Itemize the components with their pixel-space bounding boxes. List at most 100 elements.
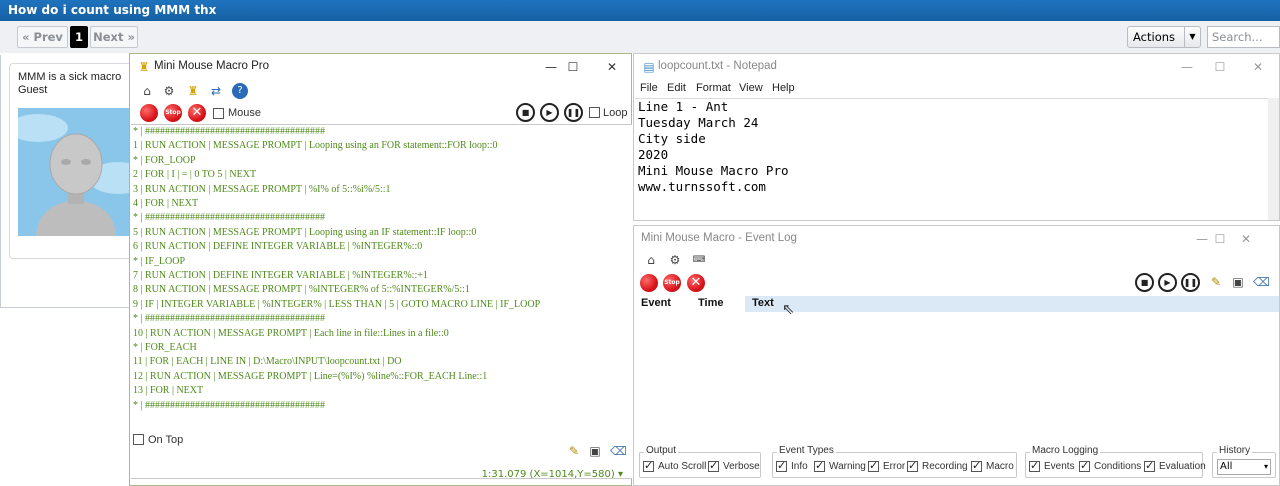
macro-line[interactable]: * | FOR_LOOP — [133, 155, 196, 166]
macro-checkbox[interactable] — [971, 459, 982, 472]
actions-label: Actions — [1133, 30, 1176, 44]
notepad-text-area[interactable]: Line 1 - Ant Tuesday March 24 City side … — [635, 98, 1269, 220]
home-icon[interactable]: ⌂ — [643, 252, 659, 268]
menu-edit[interactable]: Edit — [667, 82, 686, 94]
warning-label: Warning — [829, 461, 866, 472]
stop-record-button[interactable]: Stop — [164, 104, 182, 122]
on-top-checkbox[interactable] — [133, 434, 144, 445]
macro-line[interactable]: 11 | FOR | EACH | LINE IN | D:\Macro\INP… — [133, 356, 402, 367]
broom-icon[interactable]: ⌫ — [610, 443, 627, 459]
evaluation-label: Evaluation — [1159, 461, 1206, 472]
forum-search-input[interactable]: Search... — [1207, 26, 1280, 48]
clear-button[interactable]: ✕ — [687, 274, 705, 292]
macro-line[interactable]: 1 | RUN ACTION | MESSAGE PROMPT | Loopin… — [133, 140, 497, 151]
mmm-titlebar[interactable]: ♜ Mini Mouse Macro Pro — ☐ ✕ — [130, 54, 631, 80]
macro-line[interactable]: 13 | FOR | NEXT — [133, 385, 203, 396]
text-line: www.turnssoft.com — [638, 179, 766, 194]
macro-line[interactable]: 7 | RUN ACTION | DEFINE INTEGER VARIABLE… — [133, 270, 428, 281]
macro-line[interactable]: 3 | RUN ACTION | MESSAGE PROMPT | %I% of… — [133, 184, 391, 195]
macro-line[interactable]: 12 | RUN ACTION | MESSAGE PROMPT | Line=… — [133, 371, 487, 382]
clear-button[interactable]: ✕ — [188, 104, 206, 122]
history-select[interactable]: All ▾ — [1217, 459, 1271, 475]
menu-help[interactable]: Help — [772, 82, 795, 94]
edit-icon[interactable]: ✎ — [1208, 274, 1224, 290]
column-event[interactable]: Event — [635, 296, 689, 312]
event-list[interactable] — [635, 312, 1279, 448]
keyboard-icon[interactable]: ⌨ — [691, 252, 707, 268]
default-avatar-icon — [18, 114, 134, 236]
home-icon[interactable]: ⌂ — [139, 83, 155, 99]
record-button[interactable] — [640, 274, 658, 292]
column-text[interactable]: Text — [745, 296, 1279, 312]
status-dropdown-icon[interactable]: ▾ — [618, 469, 623, 480]
play-button[interactable]: ▶ — [1158, 273, 1177, 292]
macro-line[interactable]: 5 | RUN ACTION | MESSAGE PROMPT | Loopin… — [133, 227, 476, 238]
recording-checkbox[interactable] — [907, 459, 918, 472]
macro-line[interactable]: * | #################################### — [133, 212, 325, 223]
arrows-icon[interactable]: ⇄ — [208, 83, 224, 99]
settings-icon[interactable]: ⚙ — [667, 252, 683, 268]
macro-line[interactable]: 8 | RUN ACTION | MESSAGE PROMPT | %INTEG… — [133, 284, 470, 295]
event-log-window: Mini Mouse Macro - Event Log — ☐ ✕ ⌂ ⚙ ⌨… — [633, 225, 1280, 486]
save-icon[interactable]: ▣ — [587, 443, 603, 459]
evaluation-checkbox[interactable] — [1144, 459, 1155, 472]
menu-file[interactable]: File — [640, 82, 658, 94]
mouse-checkbox[interactable] — [213, 108, 224, 119]
current-page-button[interactable]: 1 — [70, 26, 88, 48]
recording-label: Recording — [922, 461, 968, 472]
macro-line[interactable]: * | #################################### — [133, 400, 325, 411]
macro-line[interactable]: 4 | FOR | NEXT — [133, 198, 198, 209]
settings-icon[interactable]: ⚙ — [161, 83, 177, 99]
vertical-scrollbar[interactable] — [1268, 98, 1279, 220]
prev-page-button[interactable]: « Prev — [17, 26, 68, 48]
macro-line[interactable]: 6 | RUN ACTION | DEFINE INTEGER VARIABLE… — [133, 241, 422, 252]
text-line: 2020 — [638, 147, 669, 162]
actions-dropdown[interactable]: Actions ▼ — [1127, 26, 1201, 48]
info-label: Info — [791, 461, 808, 472]
macro-line[interactable]: 9 | IF | INTEGER VARIABLE | %INTEGER% | … — [133, 299, 540, 310]
macro-list[interactable]: * | ####################################… — [131, 124, 632, 479]
save-icon[interactable]: ▣ — [1230, 274, 1246, 290]
column-time[interactable]: Time — [691, 296, 745, 312]
pause-button[interactable]: ❚❚ — [1181, 273, 1200, 292]
close-button[interactable]: ✕ — [1239, 57, 1277, 77]
maximize-button[interactable]: ☐ — [554, 57, 592, 77]
events-checkbox[interactable] — [1029, 459, 1040, 472]
macro-line[interactable]: 2 | FOR | I | = | 0 TO 5 | NEXT — [133, 169, 256, 180]
cursor-icon[interactable]: ♜ — [185, 83, 201, 99]
verbose-checkbox[interactable] — [708, 459, 719, 472]
stop-button[interactable]: ■ — [516, 103, 535, 122]
status-bar: 1:31.079 (X=1014,Y=580) ▾ — [482, 469, 623, 480]
warning-checkbox[interactable] — [814, 459, 825, 472]
auto-scroll-checkbox[interactable] — [643, 459, 654, 472]
macro-line[interactable]: * | IF_LOOP — [133, 256, 185, 267]
menu-view[interactable]: View — [739, 82, 763, 94]
macro-line[interactable]: * | FOR_EACH — [133, 342, 197, 353]
loop-checkbox[interactable] — [589, 107, 600, 118]
menu-format[interactable]: Format — [696, 82, 731, 94]
event-log-titlebar[interactable]: Mini Mouse Macro - Event Log — ☐ ✕ — [634, 226, 1279, 252]
broom-icon[interactable]: ⌫ — [1253, 274, 1270, 290]
macro-line[interactable]: * | #################################### — [133, 126, 325, 137]
stop-record-button[interactable]: Stop — [663, 274, 681, 292]
error-checkbox[interactable] — [868, 459, 879, 472]
conditions-checkbox[interactable] — [1079, 459, 1090, 472]
maximize-button[interactable]: ☐ — [1201, 57, 1239, 77]
error-label: Error — [883, 461, 906, 472]
next-page-button[interactable]: Next » — [90, 26, 138, 48]
info-checkbox[interactable] — [776, 459, 787, 472]
events-label: Events — [1044, 461, 1075, 472]
stop-button[interactable]: ■ — [1135, 273, 1154, 292]
close-button[interactable]: ✕ — [593, 57, 631, 77]
play-button[interactable]: ▶ — [540, 103, 559, 122]
notepad-titlebar[interactable]: ▤ loopcount.txt - Notepad — ☐ ✕ — [634, 54, 1279, 80]
help-icon[interactable]: ? — [232, 83, 248, 99]
close-button[interactable]: ✕ — [1227, 229, 1265, 249]
macro-logging-group: Macro Logging Events Conditions Evaluati… — [1025, 445, 1206, 478]
pause-button[interactable]: ❚❚ — [564, 103, 583, 122]
macro-line[interactable]: 10 | RUN ACTION | MESSAGE PROMPT | Each … — [133, 328, 449, 339]
avatar[interactable] — [18, 108, 134, 236]
edit-icon[interactable]: ✎ — [566, 443, 582, 459]
record-button[interactable] — [140, 104, 158, 122]
macro-line[interactable]: * | #################################### — [133, 313, 325, 324]
